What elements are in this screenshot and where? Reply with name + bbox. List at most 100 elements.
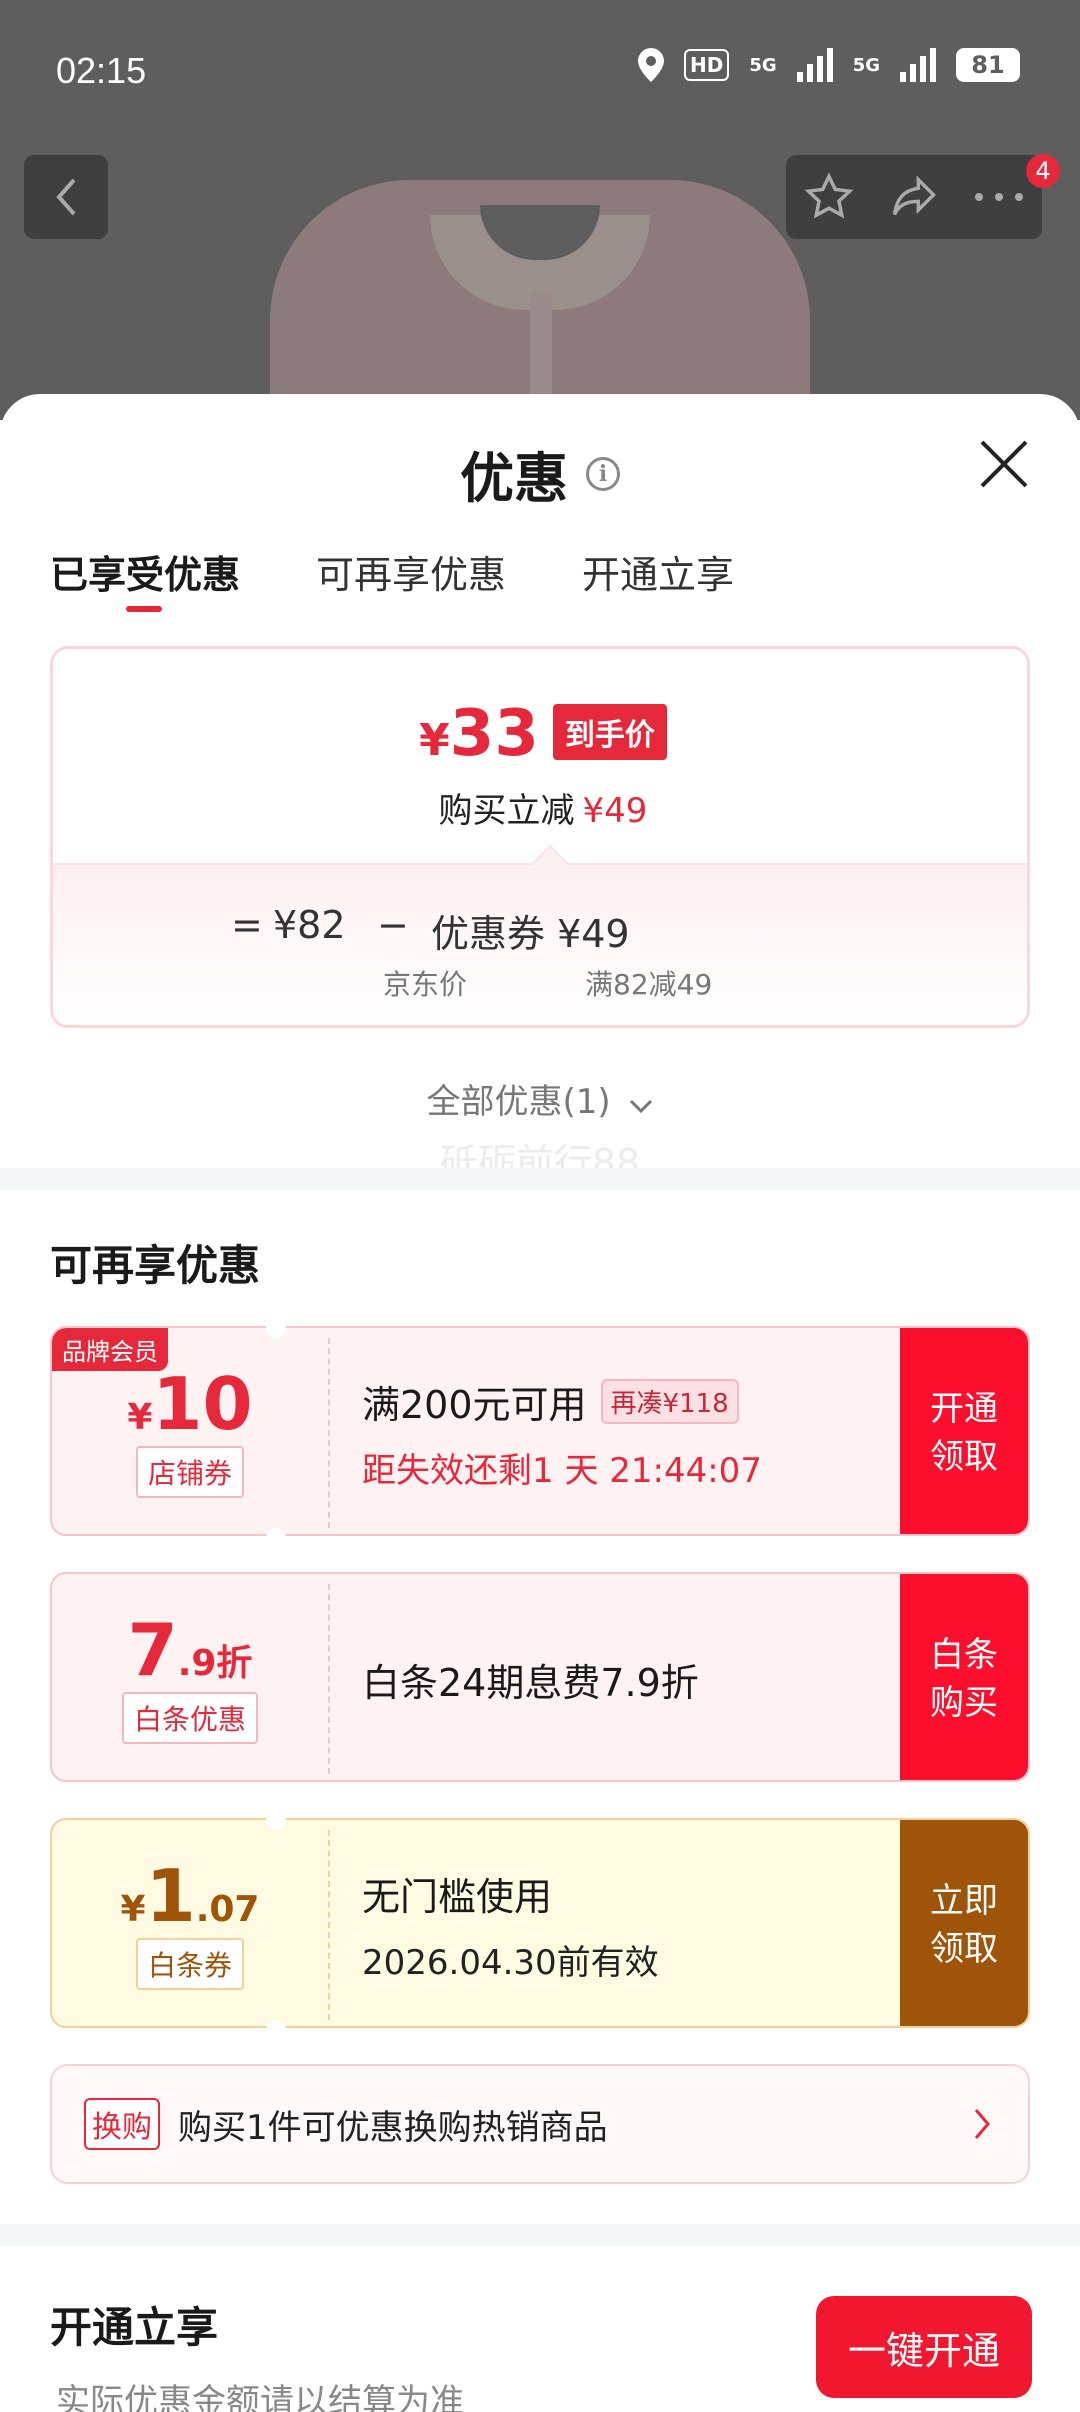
cta-line-2: 领取 [930, 1929, 998, 1969]
base-price-label: 京东价 [383, 968, 468, 1001]
coupon-voucher-value: ¥1.07 白条券 [52, 1820, 328, 2026]
network-5g-label: 5G [749, 54, 777, 76]
signal-icon-2 [900, 48, 936, 82]
coupon-notch-bottom [266, 1528, 286, 1548]
star-icon[interactable] [803, 171, 855, 223]
reduce-row: 购买立减 ¥49 [53, 783, 1027, 832]
final-price: ¥33 [419, 697, 539, 771]
coupon-type: 白条优惠 [121, 1692, 258, 1744]
swap-tag: 换购 [84, 2098, 160, 2150]
coupon-condition-text: 满200元可用 [362, 1383, 587, 1427]
network-5g-label-2: 5G [852, 54, 880, 76]
cta-line-1: 开通 [930, 1389, 998, 1429]
sheet-title-row: 优惠 i [0, 434, 1080, 513]
coupon-amount-sub: .9折 [177, 1643, 253, 1684]
final-price-yen: ¥ [419, 715, 450, 766]
coupon-notch-top [266, 1318, 286, 1338]
chevron-down-icon [630, 1099, 653, 1114]
final-price-row: ¥33 到手价 [53, 697, 1027, 771]
coupon-yen: ¥ [127, 1397, 153, 1438]
all-deals-toggle[interactable]: 全部优惠(1) [0, 1074, 1080, 1123]
status-bar: 02:15 HD 5G 5G 81 [0, 0, 1080, 140]
coupon-notch-top [266, 1810, 286, 1830]
coupon-voucher-amount: ¥1.07 [121, 1860, 260, 1932]
coupon-validity: 2026.04.30前有效 [362, 1943, 659, 1983]
swap-text: 购买1件可优惠换购热销商品 [178, 2107, 608, 2148]
chevron-right-icon [974, 2109, 990, 2139]
coupon-baitiao-voucher: ¥1.07 白条券 无门槛使用 2026.04.30前有效 立即领取 [50, 1818, 1030, 2028]
more-deals-title: 可再享优惠 [50, 1241, 261, 1290]
all-deals-label: 全部优惠(1) [426, 1082, 611, 1122]
coupon-countdown: 距失效还剩1 天 21:44:07 [362, 1451, 762, 1491]
status-icons: HD 5G 5G 81 [638, 48, 1020, 82]
coupon-store-amount: ¥10 [127, 1368, 252, 1440]
signal-icon [796, 48, 833, 82]
hd-icon: HD [684, 49, 730, 81]
coupon-extra-tag: 再凑¥118 [600, 1379, 739, 1424]
coupon-separator [328, 1830, 330, 2020]
coupon-condition-text: 白条24期息费7.9折 [362, 1660, 699, 1705]
cta-line-1: 立即 [930, 1881, 998, 1921]
coupon-amount-main: 1 [145, 1854, 196, 1938]
coupon-type: 店铺券 [135, 1446, 244, 1498]
cta-line-2: 领取 [930, 1437, 998, 1477]
coupon-condition-row: 满200元可用 再凑¥118 [362, 1374, 762, 1429]
discount-sheet: 优惠 i 已享受优惠 可再享优惠 开通立享 ¥33 到手价 购买立减 ¥49 = … [0, 394, 1080, 2412]
cta-line-1: 白条 [930, 1635, 998, 1675]
section-divider [0, 2224, 1080, 2246]
coupon-amount-sub: .07 [195, 1889, 260, 1930]
open-claim-button[interactable]: 开通 领取 [900, 1328, 1028, 1534]
coupon-type: 白条券 [135, 1938, 244, 1990]
battery-icon: 81 [956, 48, 1020, 82]
coupon-baitiao-details: 白条24期息费7.9折 [362, 1574, 699, 1780]
coupon-condition: 满82减49 [585, 968, 713, 1001]
equals-sign: = [231, 903, 263, 947]
sheet-title: 优惠 [460, 447, 568, 510]
price-card: ¥33 到手价 购买立减 ¥49 = ¥82 − 优惠券 ¥49 京东价 满82减… [50, 646, 1030, 1028]
coupon-notch-bottom [266, 2020, 286, 2040]
coupon-condition-text: 无门槛使用 [362, 1875, 553, 1919]
final-price-value: 33 [449, 697, 539, 771]
coupon-amount-main: 7 [127, 1608, 178, 1692]
coupon-store: 品牌会员 ¥10 店铺券 满200元可用 再凑¥118 距失效还剩1 天 21:4… [50, 1326, 1030, 1536]
chevron-left-icon [56, 178, 76, 216]
coupon-yen: ¥ [120, 1889, 146, 1930]
coupon-separator [328, 1338, 330, 1528]
tab-enjoyed[interactable]: 已享受优惠 [50, 544, 240, 612]
status-time: 02:15 [56, 50, 147, 91]
header-actions [786, 155, 1042, 239]
base-price: ¥82 [273, 903, 346, 947]
coupon-separator [328, 1584, 330, 1774]
coupon-store-details: 满200元可用 再凑¥118 距失效还剩1 天 21:44:07 [362, 1328, 762, 1534]
tab-open[interactable]: 开通立享 [582, 544, 734, 599]
cta-line-2: 购买 [930, 1683, 998, 1723]
price-breakdown: = ¥82 − 优惠券 ¥49 [53, 863, 1027, 1025]
location-icon [638, 48, 665, 82]
discount-tabs: 已享受优惠 可再享优惠 开通立享 [50, 544, 734, 612]
one-click-open-button[interactable]: 一键开通 [816, 2296, 1032, 2398]
coupon-voucher-details: 无门槛使用 2026.04.30前有效 [362, 1820, 659, 2026]
coupon-baitiao-value: 7.9折 白条优惠 [52, 1574, 328, 1780]
reduce-label: 购买立减 [438, 791, 575, 831]
tab-more[interactable]: 可再享优惠 [316, 544, 506, 599]
minus-sign: − [377, 903, 409, 947]
reduce-amount: ¥49 [582, 791, 648, 831]
swap-purchase-row[interactable]: 换购 购买1件可优惠换购热销商品 [50, 2064, 1030, 2184]
share-icon[interactable] [888, 171, 940, 223]
notification-badge: 4 [1026, 154, 1060, 188]
open-section-title: 开通立享 [50, 2303, 219, 2352]
section-divider [0, 1168, 1080, 1190]
coupon-store-value: ¥10 店铺券 [52, 1328, 328, 1534]
coupon-amount: 10 [152, 1362, 253, 1446]
final-price-tag: 到手价 [552, 704, 667, 760]
back-button[interactable] [24, 155, 108, 239]
close-icon[interactable] [978, 438, 1030, 490]
more-icon[interactable] [973, 191, 1025, 203]
open-section-subtitle: 实际优惠金额请以结算为准 [56, 2382, 464, 2412]
info-icon[interactable]: i [586, 456, 620, 491]
coupon-baitiao-amount: 7.9折 [128, 1614, 253, 1686]
claim-now-button[interactable]: 立即 领取 [900, 1820, 1028, 2026]
baitiao-buy-button[interactable]: 白条 购买 [900, 1574, 1028, 1780]
coupon-baitiao-discount: 7.9折 白条优惠 白条24期息费7.9折 白条购买 [50, 1572, 1030, 1782]
coupon-deduction: 优惠券 ¥49 [431, 912, 630, 956]
